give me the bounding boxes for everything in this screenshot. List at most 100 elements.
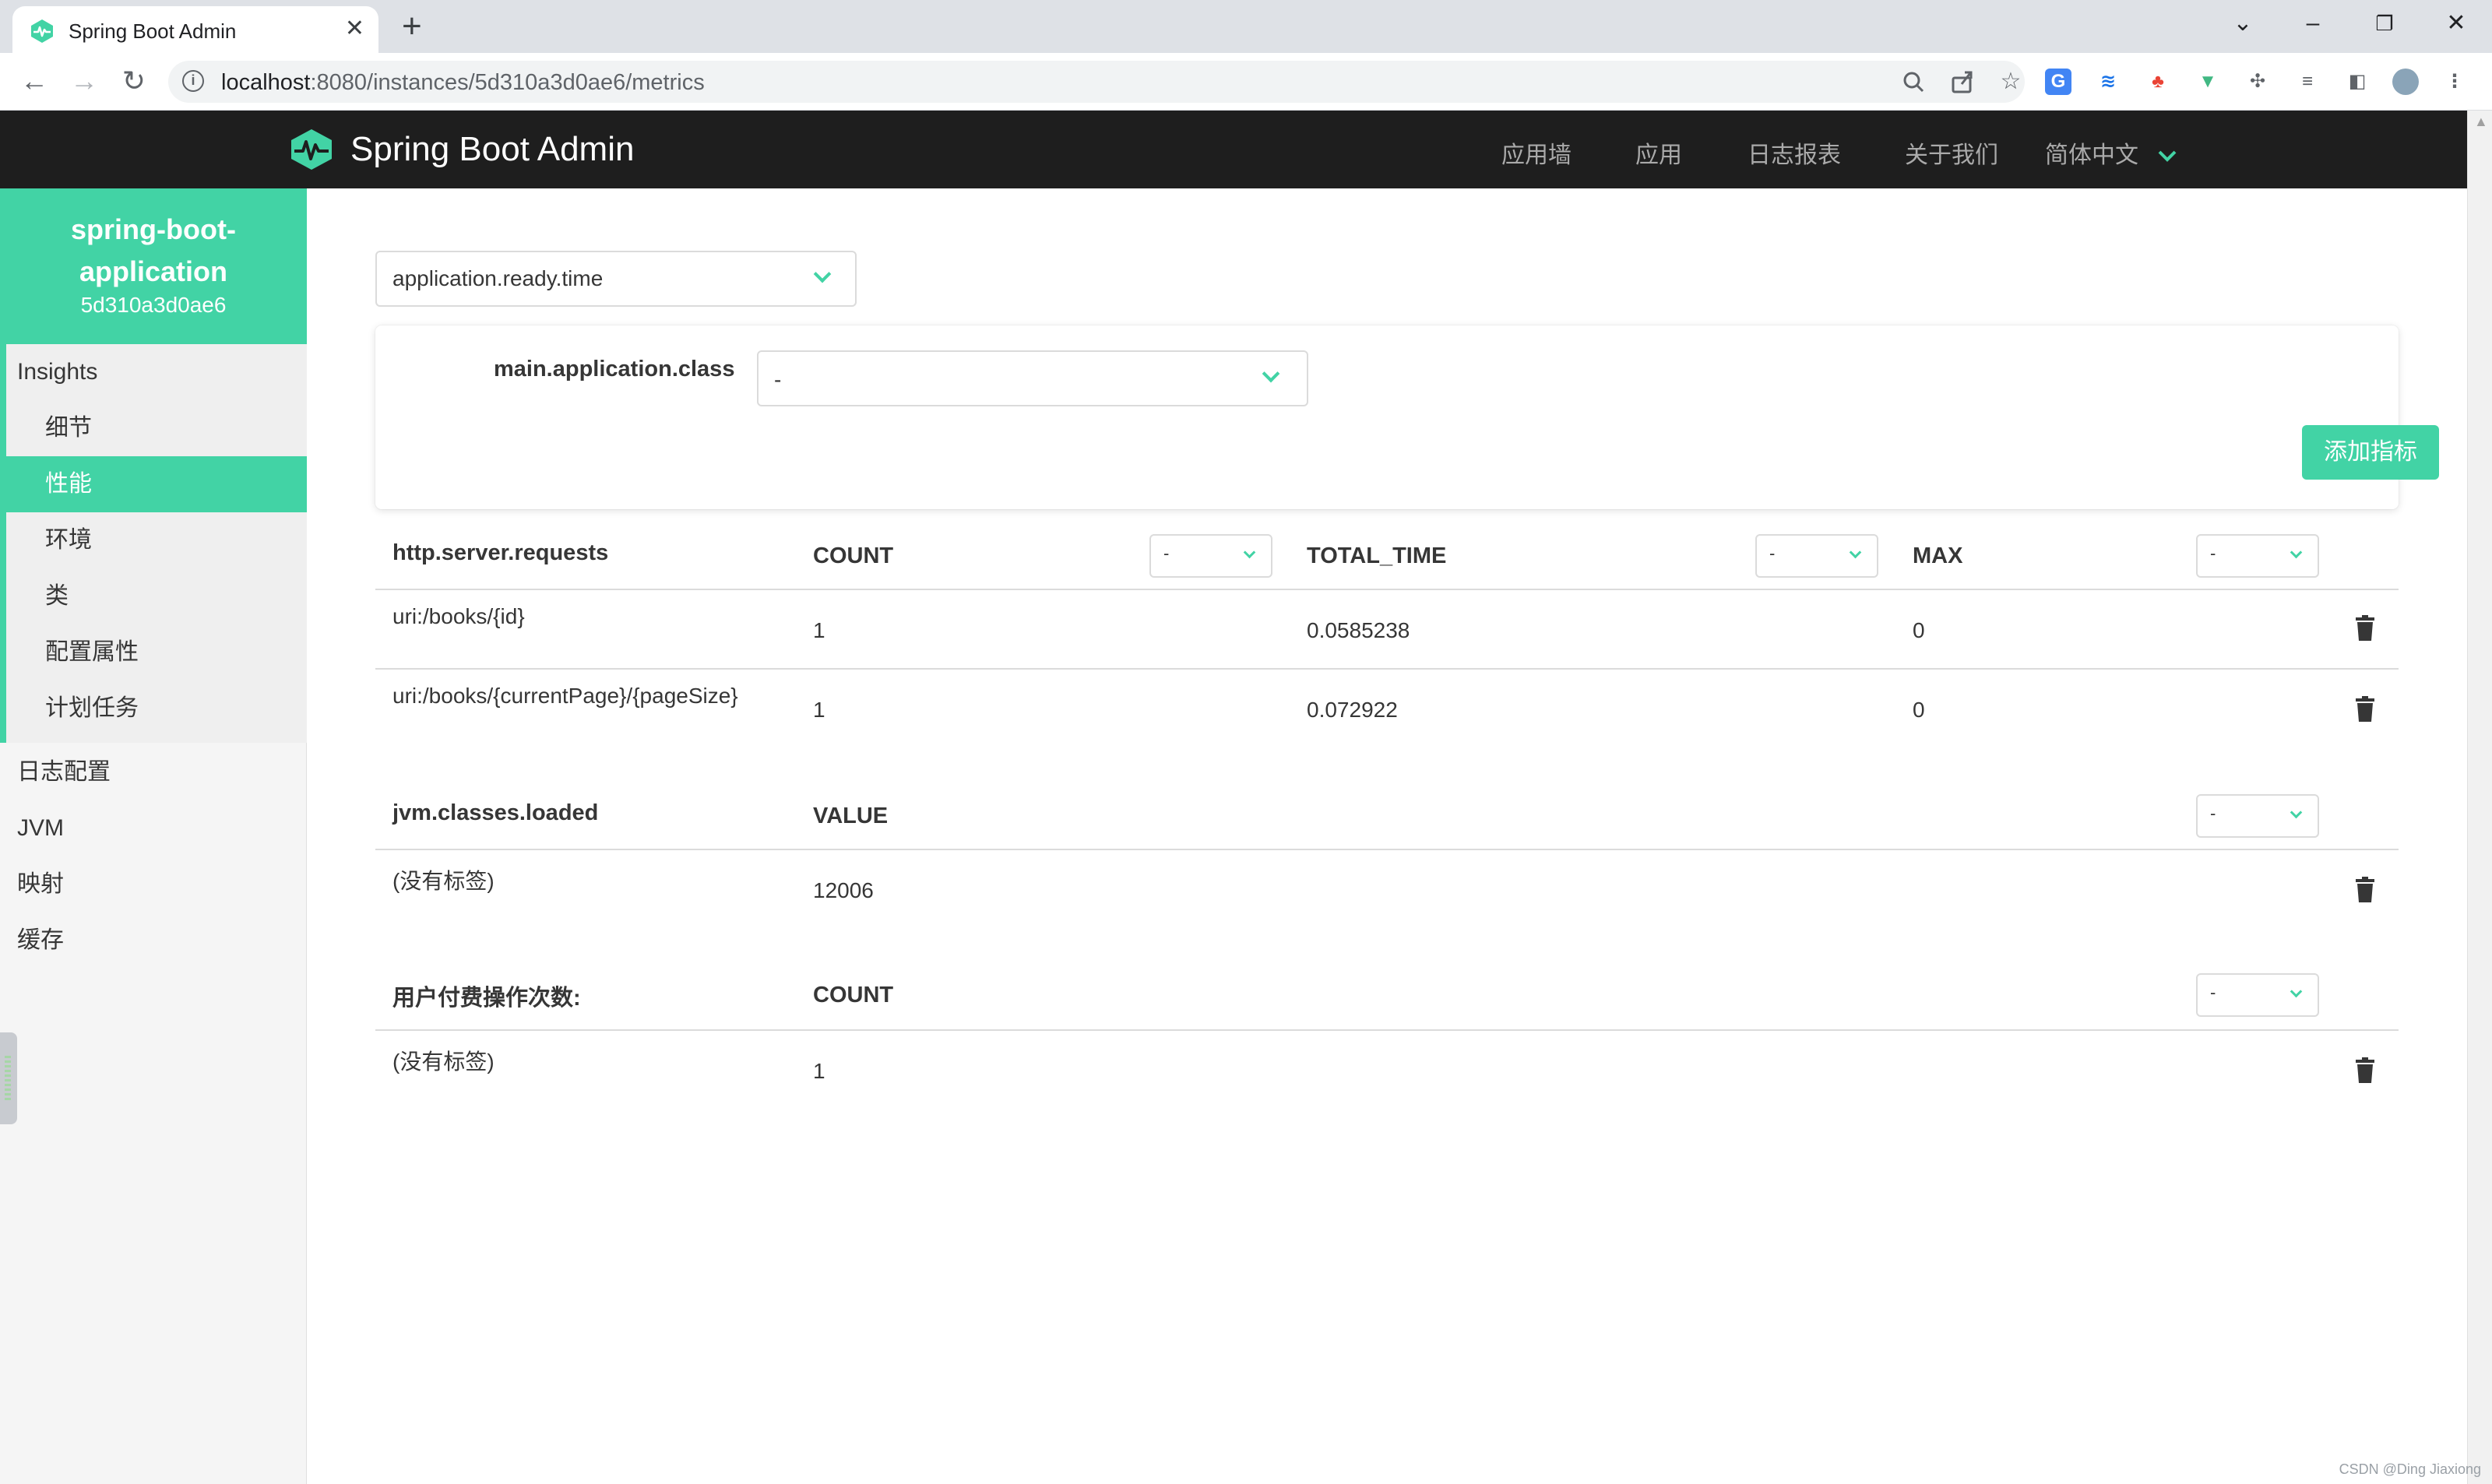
- layers-extension-icon[interactable]: ≋: [2095, 69, 2121, 95]
- table-row: uri:/books/{id} 1 0.0585238 0: [375, 590, 2399, 670]
- unit-select-max[interactable]: -: [2196, 534, 2319, 578]
- spring-boot-admin-logo-icon: [291, 129, 332, 170]
- trash-icon[interactable]: [2355, 877, 2375, 903]
- back-icon[interactable]: ←: [17, 65, 51, 97]
- minimize-icon[interactable]: –: [2296, 6, 2330, 40]
- unit-value: -: [2210, 804, 2216, 823]
- unit-select-count[interactable]: -: [1149, 534, 1272, 578]
- spring-boot-admin-favicon-icon: [31, 19, 53, 43]
- site-info-icon[interactable]: i: [182, 70, 204, 92]
- sidebar-item-metrics[interactable]: 性能: [0, 456, 307, 512]
- unit-select-value[interactable]: -: [2196, 794, 2319, 838]
- chevron-down-icon: [1849, 546, 1862, 559]
- translate-extension-icon[interactable]: G: [2045, 69, 2071, 95]
- sidebar-item-mappings[interactable]: 映射: [0, 856, 307, 913]
- column-header-max: MAX: [1913, 543, 1963, 568]
- row-value-max: 0: [1913, 618, 1925, 642]
- add-metric-button[interactable]: 添加指标: [2302, 425, 2439, 480]
- chevron-down-icon: [2290, 985, 2303, 998]
- restore-icon[interactable]: ❐: [2367, 6, 2402, 40]
- column-header-total-time: TOTAL_TIME: [1307, 543, 1447, 568]
- chevron-down-icon: [1243, 546, 1256, 559]
- address-bar[interactable]: i localhost:8080/instances/5d310a3d0ae6/…: [168, 61, 2025, 103]
- row-value-count: 1: [813, 618, 825, 642]
- sidebar-item-loggers[interactable]: 日志配置: [0, 744, 307, 800]
- vue-devtools-icon[interactable]: ▼: [2195, 69, 2221, 95]
- tree-extension-icon[interactable]: ♣: [2145, 69, 2171, 95]
- metric-table-header: http.server.requests COUNT - TOTAL_TIME …: [375, 520, 2399, 590]
- instance-id: 5d310a3d0ae6: [80, 293, 227, 317]
- drag-grip-icon: [5, 1056, 11, 1102]
- metric-name: 用户付费操作次数:: [392, 986, 581, 1011]
- trash-icon[interactable]: [2355, 615, 2375, 642]
- forward-icon[interactable]: →: [67, 65, 101, 97]
- tag-value-select[interactable]: -: [757, 350, 1308, 406]
- tab-search-icon[interactable]: ⌄: [2226, 6, 2260, 40]
- share-icon[interactable]: [1947, 69, 1978, 95]
- tag-key-label: main.application.class: [494, 357, 735, 382]
- tab-close-icon[interactable]: ✕: [345, 16, 364, 42]
- unit-value: -: [2210, 983, 2216, 1002]
- row-value-total-time: 0.072922: [1307, 698, 1398, 722]
- reload-icon[interactable]: ↻: [117, 65, 151, 97]
- metric-name: http.server.requests: [392, 540, 609, 565]
- scroll-up-icon[interactable]: ▲: [2474, 114, 2488, 130]
- nav-item-applications[interactable]: 应用: [1635, 135, 1682, 170]
- unit-select-total-time[interactable]: -: [1755, 534, 1878, 578]
- chrome-menu-icon[interactable]: ⋮: [2445, 69, 2464, 95]
- add-metric-card: main.application.class - 添加指标: [375, 325, 2439, 509]
- nav-item-about[interactable]: 关于我们: [1905, 135, 1998, 170]
- trash-icon[interactable]: [2355, 696, 2375, 723]
- unit-value: -: [1163, 543, 1170, 563]
- zoom-icon[interactable]: [1899, 69, 1930, 95]
- table-row: uri:/books/{currentPage}/{pageSize} 1 0.…: [375, 671, 2399, 749]
- sidebar-item-environment[interactable]: 环境: [0, 512, 307, 568]
- watermark: CSDN @Ding Jiaxiong: [2339, 1461, 2481, 1477]
- page-scrollbar[interactable]: ▲: [2467, 111, 2492, 1484]
- sidebar-item-scheduledtasks[interactable]: 计划任务: [0, 680, 307, 737]
- unit-select-count[interactable]: -: [2196, 973, 2319, 1017]
- trash-icon[interactable]: [2355, 1057, 2375, 1084]
- language-selector[interactable]: 简体中文: [2045, 135, 2177, 170]
- reading-list-icon[interactable]: ≡: [2294, 69, 2321, 95]
- sidebar-instance-header: spring-boot- application 5d310a3d0ae6: [0, 188, 307, 344]
- row-tag: uri:/books/{id}: [392, 604, 525, 628]
- app-navbar: Spring Boot Admin 应用墙 应用 日志报表 关于我们 简体中文: [0, 111, 2467, 188]
- side-panel-icon[interactable]: ◧: [2344, 69, 2371, 95]
- sidebar-item-insights[interactable]: Insights: [0, 344, 307, 400]
- instance-app-name: spring-boot- application: [71, 213, 236, 287]
- sidebar-item-beans[interactable]: 类: [0, 568, 307, 624]
- metric-name-value: application.ready.time: [392, 266, 604, 290]
- sidebar-item-configprops[interactable]: 配置属性: [0, 624, 307, 680]
- row-tag: uri:/books/{currentPage}/{pageSize}: [392, 684, 738, 708]
- metric-table-http: http.server.requests COUNT - TOTAL_TIME …: [375, 520, 2399, 754]
- metric-table-user-payment: 用户付费操作次数: COUNT - (没有标签) 1: [375, 962, 2399, 1118]
- metric-name-select[interactable]: application.ready.time: [375, 251, 857, 307]
- url-text: localhost:8080/instances/5d310a3d0ae6/me…: [221, 70, 705, 95]
- row-tag: (没有标签): [392, 1050, 495, 1074]
- tag-value: -: [774, 367, 782, 392]
- bookmark-star-icon[interactable]: ☆: [1995, 69, 2026, 95]
- sidebar-item-jvm[interactable]: JVM: [0, 800, 307, 856]
- nav-item-wallboard[interactable]: 应用墙: [1501, 135, 1572, 170]
- brand-link[interactable]: Spring Boot Admin: [288, 128, 634, 171]
- profile-avatar[interactable]: [2392, 69, 2419, 95]
- row-value-total-time: 0.0585238: [1307, 618, 1410, 642]
- nav-item-journal[interactable]: 日志报表: [1748, 135, 1841, 170]
- devtools-drag-handle[interactable]: [0, 1032, 17, 1124]
- browser-toolbar: ← → ↻ i localhost:8080/instances/5d310a3…: [0, 53, 2492, 111]
- extensions-puzzle-icon[interactable]: ✣: [2244, 69, 2271, 95]
- sidebar-item-details[interactable]: 细节: [0, 400, 307, 456]
- unit-value: -: [1769, 543, 1776, 563]
- window-close-icon[interactable]: ✕: [2439, 6, 2473, 40]
- chevron-down-icon: [813, 265, 832, 283]
- sidebar: spring-boot- application 5d310a3d0ae6 In…: [0, 188, 307, 1484]
- sidebar-item-caches[interactable]: 缓存: [0, 913, 307, 969]
- new-tab-icon[interactable]: +: [402, 6, 422, 47]
- row-value: 1: [813, 1059, 825, 1083]
- browser-tabstrip: Spring Boot Admin ✕ + ⌄ – ❐ ✕: [0, 0, 2492, 53]
- browser-tab[interactable]: Spring Boot Admin ✕: [12, 6, 378, 53]
- chevron-down-icon: [1262, 364, 1280, 383]
- column-header-value: VALUE: [813, 804, 889, 828]
- chevron-down-icon: [2158, 150, 2177, 162]
